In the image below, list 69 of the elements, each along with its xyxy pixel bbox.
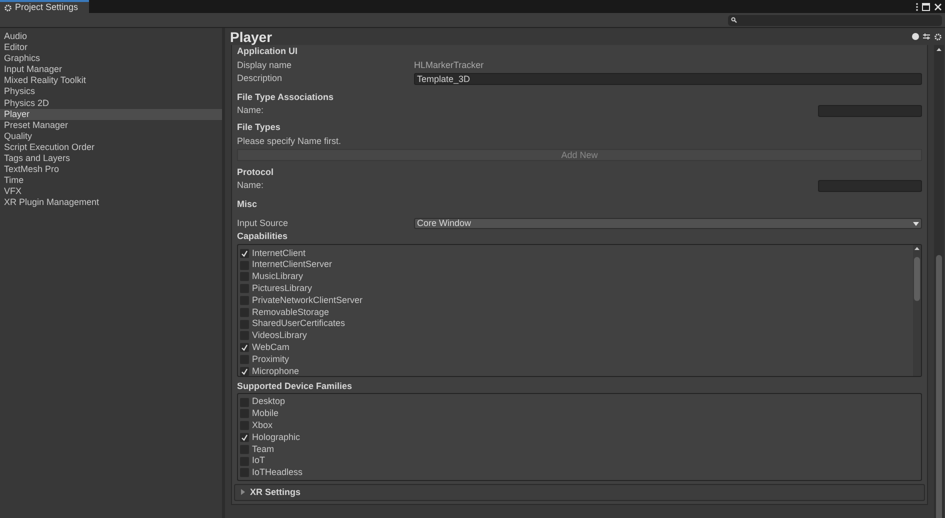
field-label: Name: — [237, 179, 264, 192]
settings-icon[interactable] — [934, 32, 942, 40]
checkbox-label: Mobile — [252, 407, 279, 420]
sidebar-item[interactable]: Tags and Layers — [0, 153, 222, 164]
checkbox-label: PicturesLibrary — [252, 282, 312, 296]
sidebar-item[interactable]: Physics — [0, 86, 222, 98]
checkbox-label: VideosLibrary — [252, 329, 307, 342]
info-message: Please specify Name first. — [237, 134, 342, 148]
checkbox-label: Desktop — [252, 395, 286, 408]
window-tab[interactable]: Project Settings — [0, 0, 89, 13]
xr-settings-foldout[interactable]: XR Settings — [234, 484, 925, 501]
checkbox-label: InternetClientServer — [252, 258, 332, 272]
checkmark-icon — [241, 368, 248, 375]
checkbox[interactable] — [240, 248, 249, 258]
checkbox-label: RemovableStorage — [252, 306, 330, 319]
checkbox-label: InternetClient — [252, 246, 306, 260]
text-field[interactable] — [818, 104, 922, 116]
checkbox-label: Team — [252, 442, 274, 456]
maximize-icon[interactable] — [922, 2, 930, 10]
field-label: Display name — [237, 58, 293, 72]
checkbox-label: WebCam — [252, 341, 290, 354]
checkbox-label: SharedUserCertificates — [252, 317, 346, 330]
sidebar-item[interactable]: Input Manager — [0, 64, 222, 76]
sidebar-item[interactable]: Quality — [0, 130, 222, 142]
field-label: Name: — [237, 104, 264, 117]
field-value: HLMarkerTracker — [414, 58, 484, 72]
checkbox-label: IoTHeadless — [252, 466, 303, 480]
close-icon[interactable] — [934, 2, 942, 10]
sidebar-item[interactable]: Script Execution Order — [0, 142, 222, 154]
settings-panel: Application UI Display name HLMarkerTracker Description Template_3D File Type Associations Name: File Types Please specify Name first. Add New Protocol Name: Misc Input Source Core Window Capabilities InternetClient InternetClientServer MusicLibrary PicturesLibrary PrivateNetworkClientServer RemovableStorage SharedUserCertificates VideosLibrary WebCam Proximity Microphone Supported Device Families Desktop Mobile Xbox Holographic Team IoT IoTHeadless XR Settings — [231, 45, 928, 505]
checkbox-label: Microphone — [252, 364, 300, 376]
checkbox-label: Holographic — [252, 430, 300, 444]
checkbox[interactable] — [240, 432, 249, 442]
checkbox-label: MusicLibrary — [252, 270, 304, 284]
sliders-icon[interactable] — [923, 33, 930, 40]
sidebar-item[interactable]: Mixed Reality Toolkit — [0, 75, 222, 86]
checkbox-label: PrivateNetworkClientServer — [252, 294, 363, 307]
sidebar-item[interactable]: Time — [0, 175, 222, 186]
checkmark-icon — [241, 250, 248, 257]
field-label: Description — [237, 72, 284, 85]
text-field[interactable]: Template_3D — [414, 72, 922, 85]
search-field[interactable] — [728, 14, 942, 26]
scrollbar-drawing[interactable] — [934, 45, 944, 518]
checkbox[interactable] — [240, 343, 249, 352]
window-title: Project Settings — [15, 3, 78, 12]
checkbox-label: Proximity — [252, 352, 290, 366]
scrollbar-drawing[interactable] — [913, 244, 921, 376]
field-label: Input Source — [237, 216, 290, 230]
text-field[interactable] — [818, 180, 922, 192]
dropdown[interactable]: Core Window — [414, 218, 922, 229]
gear-icon — [4, 4, 12, 12]
checkbox-label: IoT — [252, 454, 266, 468]
checkbox-label: Xbox — [252, 418, 273, 432]
inspector-title: Player — [230, 30, 272, 44]
sidebar-item[interactable]: Editor — [0, 42, 222, 54]
checkmark-icon — [241, 434, 248, 441]
sidebar-item[interactable]: Player — [0, 108, 222, 120]
search-icon — [731, 17, 737, 23]
foldout-label: XR Settings — [250, 486, 301, 499]
sidebar-item[interactable]: Graphics — [0, 53, 222, 64]
sidebar-item[interactable]: Preset Manager — [0, 120, 222, 131]
sidebar-item[interactable]: Audio — [0, 31, 222, 42]
checkbox[interactable] — [240, 366, 249, 376]
sidebar-item[interactable]: Physics 2D — [0, 98, 222, 109]
caret-icon — [913, 222, 919, 226]
sidebar-item[interactable]: VFX — [0, 186, 222, 198]
checkmark-icon — [241, 344, 248, 352]
sidebar-item[interactable]: XR Plugin Management — [0, 197, 222, 208]
sidebar-item[interactable]: TextMesh Pro — [0, 164, 222, 176]
